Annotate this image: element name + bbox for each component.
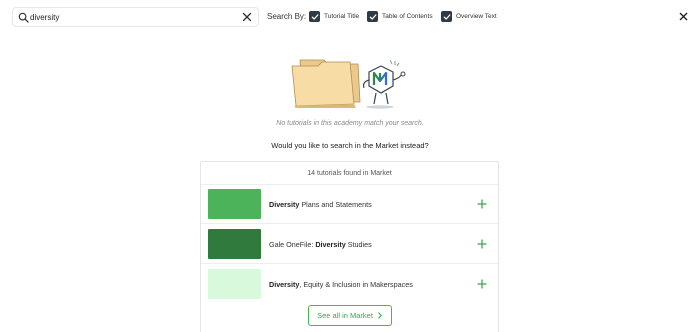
plus-icon[interactable] (477, 199, 487, 209)
check-icon (443, 13, 450, 20)
clear-search-icon[interactable] (242, 12, 252, 22)
check-icon (369, 13, 376, 20)
market-result-item[interactable]: Diversity, Equity & Inclusion in Makersp… (201, 265, 498, 304)
filter-label-tutorial-title[interactable]: Tutorial Title (324, 13, 359, 20)
search-by-label: Search By: (267, 12, 307, 21)
search-box[interactable] (12, 7, 259, 27)
tutorial-thumbnail[interactable] (208, 229, 261, 259)
market-search-prompt: Would you like to search in the Market i… (271, 141, 429, 150)
filter-label-overview-text[interactable]: Overview Text (456, 13, 497, 20)
plus-icon[interactable] (477, 239, 487, 249)
no-results-message: No tutorials in this academy match your … (276, 120, 424, 127)
filter-checkbox-tutorial-title[interactable] (309, 11, 320, 22)
see-all-label: See all in Market (317, 311, 373, 320)
empty-folder-illustration (291, 59, 406, 109)
plus-icon[interactable] (477, 279, 487, 289)
market-results-count: 14 tutorials found in Market (201, 162, 498, 185)
close-icon[interactable] (679, 12, 688, 21)
market-result-item[interactable]: Diversity Plans and Statements (201, 185, 498, 224)
check-icon (311, 13, 318, 20)
search-input[interactable] (30, 9, 240, 25)
see-all-in-market-button[interactable]: See all in Market (308, 305, 392, 326)
search-icon (18, 12, 29, 23)
filter-label-table-of-contents[interactable]: Table of Contents (382, 13, 433, 20)
market-results-panel: 14 tutorials found in Market Diversity P… (200, 161, 499, 332)
chevron-right-icon (378, 312, 382, 319)
tutorial-title[interactable]: Diversity, Equity & Inclusion in Makersp… (269, 280, 413, 289)
tutorial-title[interactable]: Gale OneFile: Diversity Studies (269, 240, 372, 249)
market-result-item[interactable]: Gale OneFile: Diversity Studies (201, 225, 498, 264)
filter-checkbox-table-of-contents[interactable] (367, 11, 378, 22)
tutorial-title[interactable]: Diversity Plans and Statements (269, 200, 372, 209)
filter-checkbox-overview-text[interactable] (441, 11, 452, 22)
tutorial-thumbnail[interactable] (208, 269, 261, 299)
search-toolbar: Search By: Tutorial Title Table of Conte… (0, 0, 700, 34)
tutorial-thumbnail[interactable] (208, 189, 261, 219)
